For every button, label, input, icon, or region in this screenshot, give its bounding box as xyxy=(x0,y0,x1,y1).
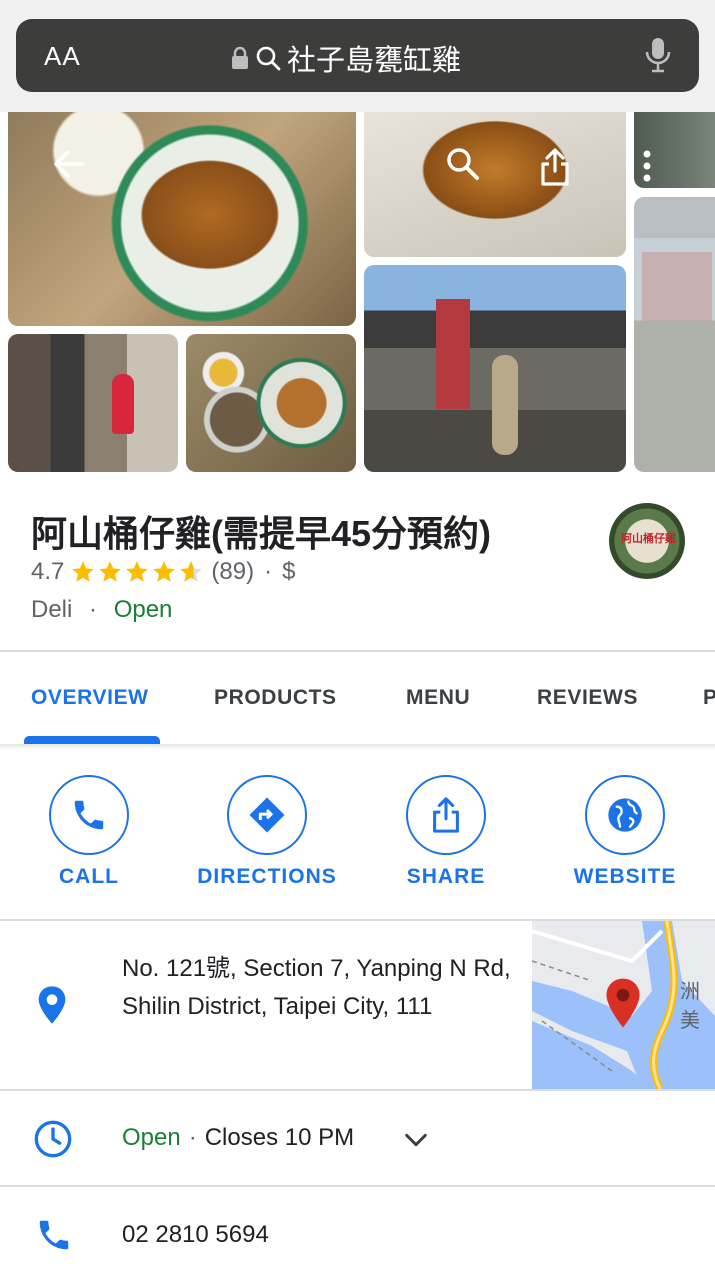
website-button[interactable]: WEBSITE xyxy=(540,775,710,889)
map-pin-icon xyxy=(604,977,642,1034)
location-pin-icon xyxy=(36,985,68,1030)
separator-dot: · xyxy=(188,1124,197,1151)
clock-icon xyxy=(33,1119,73,1164)
category-row: Deli · Open xyxy=(31,596,172,624)
more-vert-icon[interactable] xyxy=(636,144,658,188)
address-bar[interactable]: AA 社子島甕缸雞 xyxy=(16,19,699,92)
call-label: CALL xyxy=(59,865,119,888)
phone-icon xyxy=(35,1216,73,1259)
review-count[interactable]: (89) xyxy=(211,558,254,586)
browser-top-bar: AA 社子島甕缸雞 xyxy=(0,0,715,112)
lock-icon xyxy=(231,46,249,70)
hours-closing: Closes 10 PM xyxy=(204,1124,355,1151)
back-arrow-icon[interactable] xyxy=(44,142,94,186)
address-text[interactable]: No. 121號, Section 7, Yanping N Rd, Shili… xyxy=(122,950,522,1026)
photo-storefront[interactable] xyxy=(8,334,178,472)
tab-bar: OVERVIEW PRODUCTS MENU REVIEWS P xyxy=(0,652,715,744)
search-icon xyxy=(255,45,281,71)
star-rating xyxy=(70,559,205,585)
rating-value: 4.7 xyxy=(31,558,65,585)
tab-photos-partial[interactable]: P xyxy=(703,686,715,710)
url-text: 社子島甕缸雞 xyxy=(287,45,462,77)
photo-chicken-closeup[interactable] xyxy=(364,112,626,257)
price-level: $ xyxy=(282,558,296,585)
url-field[interactable]: 社子島甕缸雞 xyxy=(231,37,461,79)
photo-street[interactable] xyxy=(364,265,626,472)
website-label: WEBSITE xyxy=(573,865,677,888)
tab-reviews[interactable]: REVIEWS xyxy=(537,686,638,710)
divider xyxy=(0,1089,715,1091)
hours-row[interactable]: Open · Closes 10 PM xyxy=(122,1124,354,1152)
separator-dot: · xyxy=(264,558,273,585)
tab-menu[interactable]: MENU xyxy=(406,686,470,710)
globe-icon xyxy=(585,775,665,855)
search-icon[interactable] xyxy=(438,142,488,186)
star-icon xyxy=(126,561,149,582)
separator-dot: · xyxy=(89,596,98,623)
photo-gallery[interactable] xyxy=(0,112,715,472)
call-button[interactable]: CALL xyxy=(4,775,174,889)
share-button[interactable]: SHARE xyxy=(361,775,531,889)
star-icon xyxy=(72,561,95,582)
category-label: Deli xyxy=(31,596,73,623)
map-label: 洲美 xyxy=(680,981,700,1032)
active-tab-indicator xyxy=(24,736,160,744)
share-icon[interactable] xyxy=(530,142,580,192)
place-title: 阿山桶仔雞(需提早45分預約) xyxy=(31,513,492,554)
divider xyxy=(0,1185,715,1187)
place-logo[interactable]: 阿山桶仔雞 xyxy=(609,503,685,579)
tab-overview[interactable]: OVERVIEW xyxy=(31,686,149,710)
half-star-icon xyxy=(180,561,203,582)
mic-icon[interactable] xyxy=(645,37,671,78)
star-icon xyxy=(99,561,122,582)
share-icon xyxy=(406,775,486,855)
logo-text: 阿山桶仔雞 xyxy=(621,533,676,545)
star-icon xyxy=(153,561,176,582)
directions-label: DIRECTIONS xyxy=(197,865,337,888)
tab-shadow xyxy=(0,744,715,750)
phone-number[interactable]: 02 2810 5694 xyxy=(122,1221,269,1249)
text-size-button[interactable]: AA xyxy=(44,41,81,72)
directions-icon xyxy=(227,775,307,855)
share-label: SHARE xyxy=(406,865,486,888)
photo-building[interactable] xyxy=(634,197,715,472)
rating-row[interactable]: 4.7 (89) · $ xyxy=(31,558,295,586)
directions-button[interactable]: DIRECTIONS xyxy=(182,775,352,889)
open-status: Open xyxy=(113,596,173,623)
phone-icon xyxy=(49,775,129,855)
hours-status: Open xyxy=(122,1124,181,1151)
tab-products[interactable]: PRODUCTS xyxy=(214,686,337,710)
map-thumbnail[interactable]: 洲美 xyxy=(532,921,715,1089)
chevron-down-icon[interactable] xyxy=(402,1126,430,1159)
photo-meal-table[interactable] xyxy=(186,334,356,472)
